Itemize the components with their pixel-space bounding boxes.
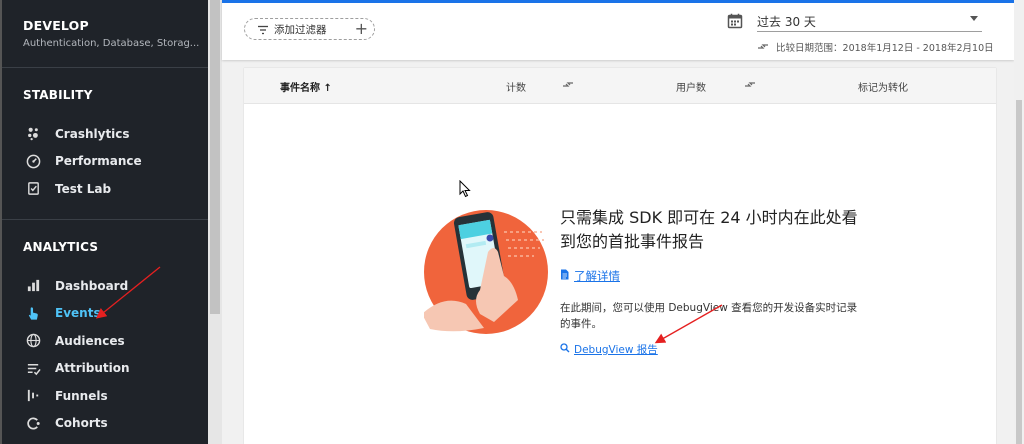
- annotation-arrow-debugview: [654, 304, 723, 344]
- annotation-arrows: [95, 266, 723, 344]
- annotation-arrow-events: [95, 266, 161, 319]
